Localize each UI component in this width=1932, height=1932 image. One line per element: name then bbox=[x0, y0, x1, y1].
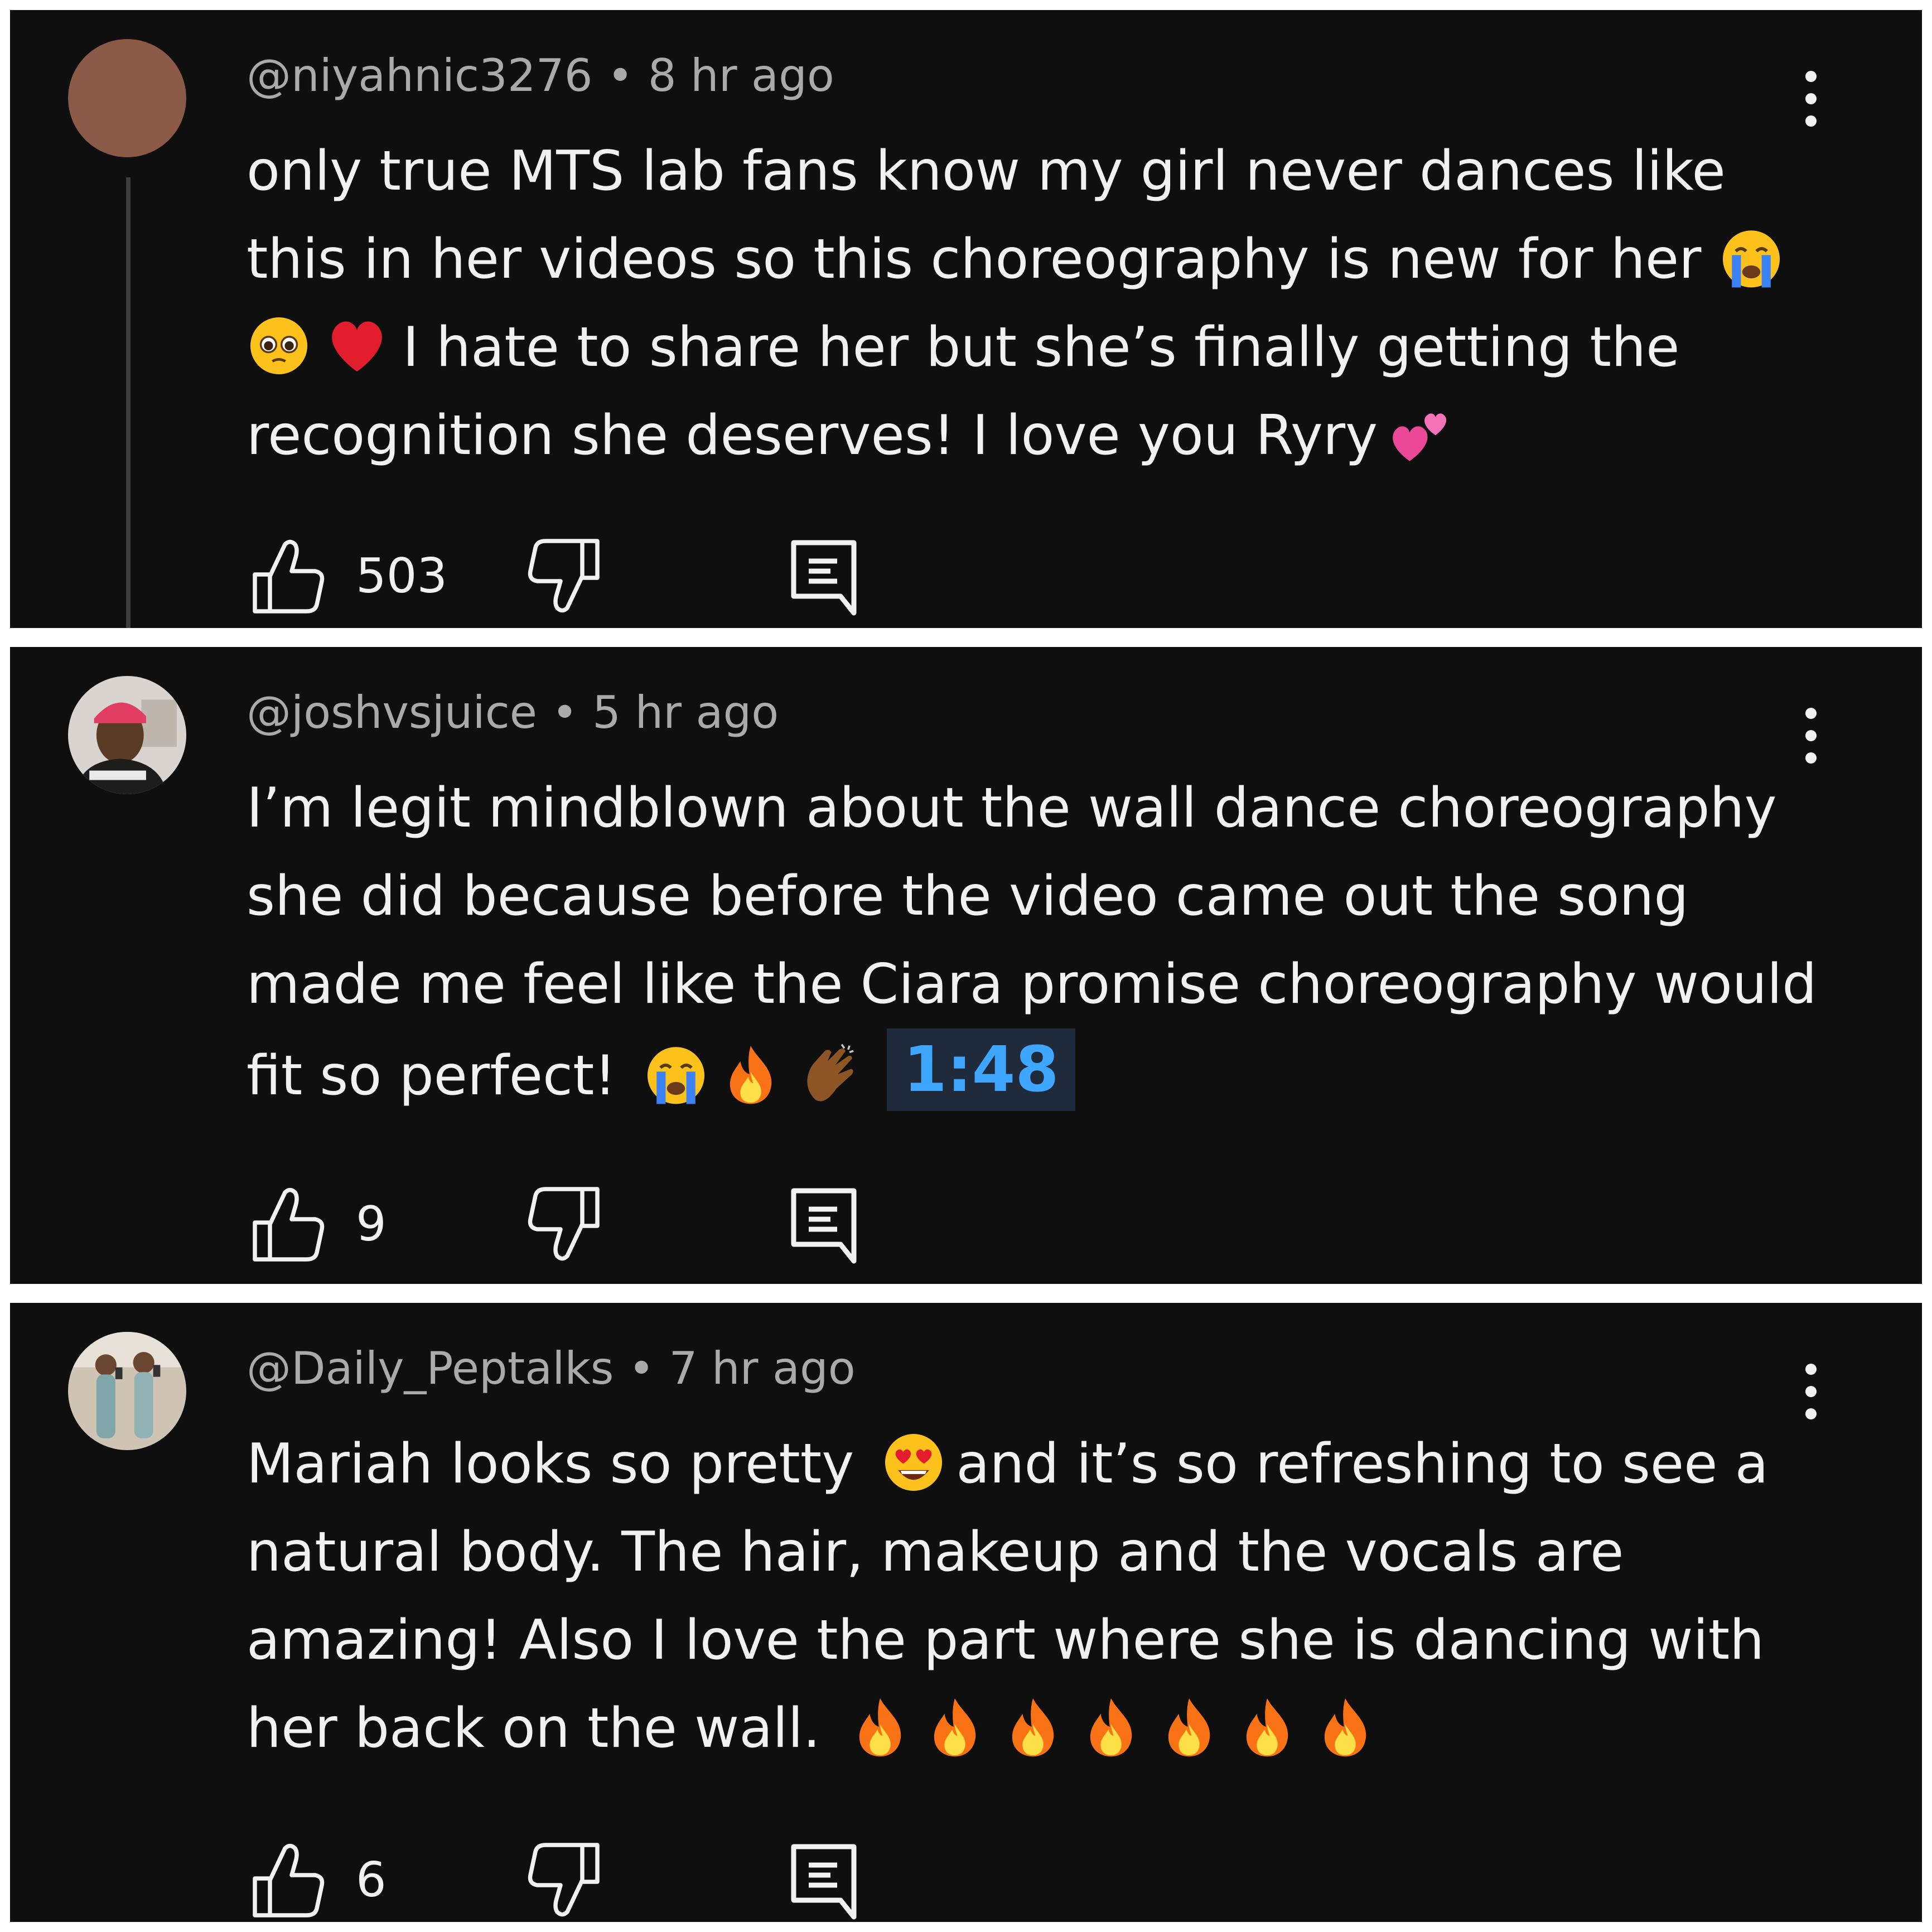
comment-meta: @Daily_Peptalks • 7 hr ago bbox=[247, 1346, 856, 1391]
comment-text: I’m legit mindblown about the wall dance… bbox=[247, 764, 1830, 1120]
more-options-icon[interactable] bbox=[1803, 68, 1819, 129]
fire-emoji bbox=[1079, 1694, 1143, 1759]
comment-text: Mariah looks so pretty and it’s so refre… bbox=[247, 1420, 1830, 1772]
reply-icon[interactable] bbox=[782, 534, 866, 618]
fire-emoji bbox=[848, 1694, 912, 1759]
comment-card: @Daily_Peptalks • 7 hr ago Mariah looks so… bbox=[10, 1303, 1922, 1922]
avatar[interactable] bbox=[68, 39, 186, 157]
two-hearts-emoji bbox=[1388, 402, 1452, 466]
comment-text: only true MTS lab fans know my girl neve… bbox=[247, 127, 1830, 480]
fire-emoji bbox=[1235, 1694, 1300, 1759]
like-icon[interactable] bbox=[247, 1182, 330, 1266]
crying-face-emoji bbox=[644, 1042, 708, 1107]
avatar[interactable] bbox=[68, 676, 186, 794]
like-count: 9 bbox=[356, 1196, 387, 1252]
more-options-icon[interactable] bbox=[1803, 705, 1819, 766]
comment-actions: 6 bbox=[247, 1838, 916, 1922]
author-handle[interactable]: @niyahnic3276 bbox=[247, 50, 593, 102]
fire-emoji bbox=[1313, 1694, 1378, 1759]
thread-line bbox=[126, 177, 131, 628]
comment-actions: 9 bbox=[247, 1182, 916, 1266]
meta-separator: • bbox=[607, 50, 634, 102]
comment-text-part: I hate to share her but she’s finally ge… bbox=[247, 316, 1680, 467]
dislike-icon[interactable] bbox=[522, 534, 606, 618]
fire-emoji bbox=[718, 1042, 783, 1107]
pleading-face-emoji bbox=[247, 313, 311, 378]
fire-emoji bbox=[1001, 1694, 1065, 1759]
comment-time[interactable]: 5 hr ago bbox=[592, 687, 779, 738]
red-heart-emoji bbox=[325, 313, 389, 378]
comment-meta: @joshvsjuice • 5 hr ago bbox=[247, 690, 779, 735]
like-icon[interactable] bbox=[247, 1838, 330, 1922]
comment-card: @niyahnic3276 • 8 hr ago only true MTS lab… bbox=[10, 10, 1922, 628]
like-icon[interactable] bbox=[247, 534, 330, 618]
comment-time[interactable]: 7 hr ago bbox=[669, 1342, 856, 1394]
fire-emoji bbox=[922, 1694, 987, 1759]
more-options-icon[interactable] bbox=[1803, 1361, 1819, 1422]
clapping-hands-emoji bbox=[796, 1042, 861, 1107]
meta-separator: • bbox=[628, 1342, 655, 1394]
author-handle[interactable]: @joshvsjuice bbox=[247, 687, 537, 738]
like-count: 6 bbox=[356, 1852, 387, 1908]
crying-face-emoji bbox=[1719, 225, 1784, 290]
reply-icon[interactable] bbox=[782, 1838, 866, 1922]
meta-separator: • bbox=[551, 687, 578, 738]
fire-emoji bbox=[1157, 1694, 1221, 1759]
dislike-icon[interactable] bbox=[522, 1182, 606, 1266]
comment-time[interactable]: 8 hr ago bbox=[648, 50, 834, 102]
like-count: 503 bbox=[356, 548, 448, 604]
dislike-icon[interactable] bbox=[522, 1838, 606, 1922]
heart-eyes-emoji bbox=[881, 1430, 946, 1495]
author-handle[interactable]: @Daily_Peptalks bbox=[247, 1342, 614, 1394]
video-timestamp-link[interactable]: 1:48 bbox=[886, 1028, 1076, 1111]
comment-meta: @niyahnic3276 • 8 hr ago bbox=[247, 54, 834, 98]
comment-text-part: Mariah looks so pretty bbox=[247, 1432, 854, 1496]
comment-actions: 503 bbox=[247, 534, 916, 618]
comment-card: @joshvsjuice • 5 hr ago I’m legit mindblow… bbox=[10, 647, 1922, 1284]
comment-text-part: only true MTS lab fans know my girl neve… bbox=[247, 139, 1726, 291]
avatar[interactable] bbox=[68, 1332, 186, 1450]
reply-icon[interactable] bbox=[782, 1182, 866, 1266]
